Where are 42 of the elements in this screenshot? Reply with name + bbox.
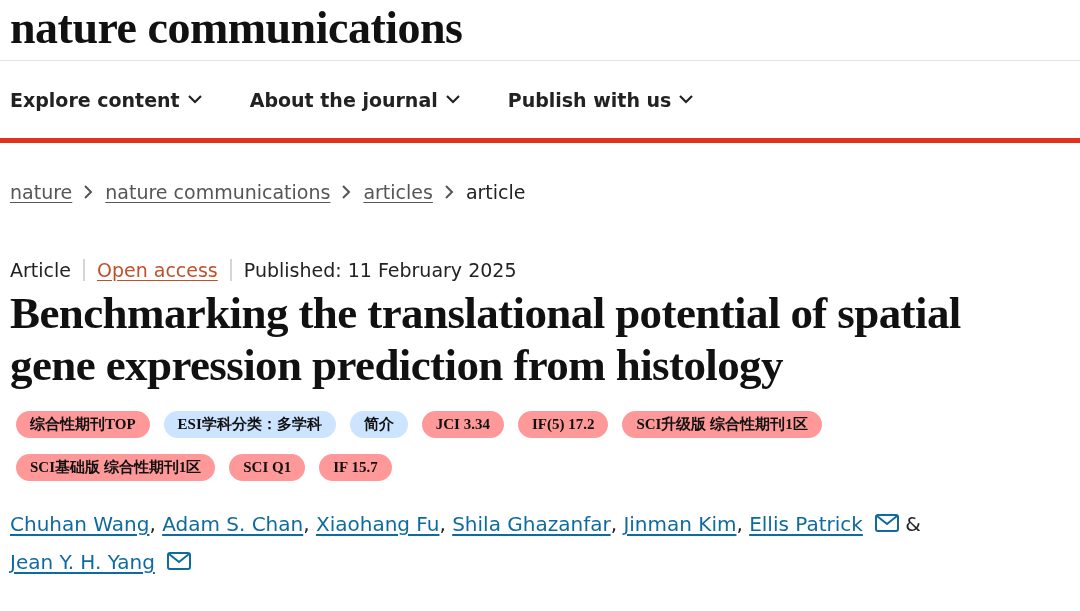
- journal-tag: 简介: [349, 411, 408, 438]
- journal-tag: IF 15.7: [319, 454, 392, 481]
- nav-menu-button[interactable]: Explore content: [10, 88, 202, 111]
- article-title: Benchmarking the translational potential of spatial gene expression prediction from histology: [9, 287, 962, 391]
- mail-icon[interactable]: [875, 514, 900, 532]
- author-separator: ,: [303, 512, 310, 536]
- chevron-right-icon: [444, 185, 454, 199]
- author-separator: ,: [736, 512, 743, 536]
- nav-menu-button[interactable]: Publish with us: [507, 88, 694, 111]
- author-separator: &: [905, 512, 921, 536]
- chevron-right-icon: [84, 185, 94, 199]
- author-link[interactable]: Shila Ghazanfar: [452, 512, 611, 536]
- journal-tag: ESI学科分类：多学科: [163, 411, 336, 438]
- nav-menu-button[interactable]: About the journal: [249, 88, 460, 111]
- journal-tag: IF(5) 17.2: [517, 411, 609, 438]
- author-link[interactable]: Chuhan Wang: [10, 512, 150, 536]
- author-link[interactable]: Ellis Patrick: [749, 512, 906, 536]
- breadcrumb-link[interactable]: nature: [10, 181, 73, 203]
- mail-icon[interactable]: [167, 552, 192, 570]
- author-link[interactable]: Jinman Kim: [623, 512, 737, 536]
- journal-tag: JCI 3.34: [421, 411, 504, 438]
- journal-tag: SCI升级版 综合性期刊1区: [622, 411, 822, 438]
- author-separator: ,: [149, 512, 156, 536]
- chevron-down-icon: [445, 95, 460, 104]
- author-link[interactable]: Xiaohang Fu: [315, 512, 440, 536]
- author-link[interactable]: Adam S. Chan: [162, 512, 304, 536]
- journal-tag: SCI Q1: [229, 454, 306, 481]
- author-separator: ,: [439, 512, 446, 536]
- chevron-right-icon: [342, 185, 352, 199]
- journal-tag: SCI基础版 综合性期刊1区: [16, 454, 216, 481]
- article-meta-text: Published: 11 February 2025: [229, 259, 529, 281]
- journal-tag: 综合性期刊TOP: [16, 411, 150, 438]
- breadcrumb-current[interactable]: article: [465, 181, 526, 203]
- breadcrumb-link[interactable]: articles: [363, 181, 433, 203]
- chevron-down-icon: [187, 95, 202, 104]
- journal-logo[interactable]: nature communications: [10, 2, 463, 54]
- chevron-down-icon: [679, 95, 694, 104]
- author-link[interactable]: Jean Y. H. Yang: [10, 550, 198, 574]
- article-meta-text: Article: [10, 259, 72, 281]
- breadcrumb-link[interactable]: nature communications: [105, 181, 331, 203]
- open-access-link[interactable]: Open access: [82, 259, 230, 281]
- author-separator: ,: [610, 512, 617, 536]
